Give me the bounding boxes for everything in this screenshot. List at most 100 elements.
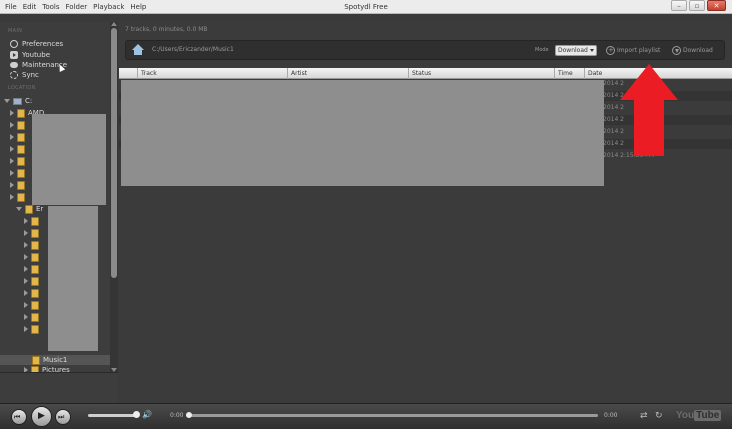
folder-icon xyxy=(25,204,33,214)
expand-toggle-icon[interactable] xyxy=(10,194,14,200)
tree-item-folder[interactable] xyxy=(24,276,39,286)
folder-icon xyxy=(17,192,25,202)
tree-item-folder[interactable] xyxy=(24,228,39,238)
column-header-blank[interactable] xyxy=(119,68,138,79)
maximize-button[interactable]: ▫ xyxy=(689,0,705,11)
tree-item-folder[interactable] xyxy=(10,168,25,178)
maximize-icon: ▫ xyxy=(694,2,700,10)
folder-icon xyxy=(17,144,25,154)
drive-icon xyxy=(13,97,22,105)
folder-icon xyxy=(17,120,25,130)
download-label: Download xyxy=(683,47,713,54)
redacted-area xyxy=(48,206,98,351)
tree-item-drive[interactable]: C: xyxy=(4,96,32,106)
minimize-button[interactable]: – xyxy=(671,0,687,11)
folder-icon xyxy=(31,228,39,238)
tree-item-folder[interactable] xyxy=(24,324,39,334)
folder-icon xyxy=(17,132,25,142)
total-time: 0:00 xyxy=(604,412,618,419)
expand-toggle-icon[interactable] xyxy=(24,290,28,296)
youtube-logo: You Tube xyxy=(676,410,722,421)
previous-button[interactable]: ⏮ xyxy=(11,409,27,425)
tree-item-folder[interactable] xyxy=(24,252,39,262)
next-icon: ⏭ xyxy=(58,413,65,421)
plus-circle-icon xyxy=(606,46,615,55)
column-header-status[interactable]: Status xyxy=(409,68,555,79)
expand-toggle-icon[interactable] xyxy=(4,99,10,103)
sidebar-item-label: Preferences xyxy=(22,40,64,48)
tree-item-folder[interactable] xyxy=(10,156,25,166)
download-button[interactable]: Download xyxy=(672,46,713,55)
expand-toggle-icon[interactable] xyxy=(10,170,14,176)
sidebar-footer xyxy=(0,372,118,403)
tree-item-label: Music1 xyxy=(43,356,68,364)
volume-knob[interactable] xyxy=(133,411,140,418)
repeat-icon[interactable]: ↻ xyxy=(655,411,663,421)
expand-toggle-icon[interactable] xyxy=(24,242,28,248)
scroll-up-icon[interactable] xyxy=(111,22,117,26)
tree-item-user-folder[interactable]: Er xyxy=(16,204,43,214)
tree-item-folder[interactable] xyxy=(24,288,39,298)
sidebar: MAIN Preferences Youtube Maintenance Syn… xyxy=(0,22,118,375)
scrollbar-thumb[interactable] xyxy=(111,28,117,278)
sidebar-item-preferences[interactable]: Preferences xyxy=(10,39,63,49)
expand-toggle-icon[interactable] xyxy=(16,207,22,211)
expand-toggle-icon[interactable] xyxy=(10,158,14,164)
mode-value: Download xyxy=(558,47,588,54)
close-icon: ✕ xyxy=(713,2,720,10)
home-icon[interactable] xyxy=(132,44,145,56)
expand-toggle-icon[interactable] xyxy=(10,146,14,152)
column-header-track[interactable]: Track xyxy=(138,68,288,79)
sidebar-item-label: Sync xyxy=(22,71,39,79)
column-header-time[interactable]: Time xyxy=(555,68,585,79)
expand-toggle-icon[interactable] xyxy=(24,314,28,320)
shuffle-icon[interactable]: ⇄ xyxy=(640,411,648,421)
expand-toggle-icon[interactable] xyxy=(10,122,14,128)
section-label-main: MAIN xyxy=(8,28,23,34)
tree-item-folder[interactable] xyxy=(24,312,39,322)
mode-label: Mode xyxy=(535,47,549,53)
sidebar-scrollbar[interactable] xyxy=(110,22,118,372)
tree-item-folder[interactable] xyxy=(10,120,25,130)
next-button[interactable]: ⏭ xyxy=(55,409,71,425)
tree-item-folder[interactable] xyxy=(10,180,25,190)
expand-toggle-icon[interactable] xyxy=(24,326,28,332)
tree-item-folder[interactable] xyxy=(24,300,39,310)
expand-toggle-icon[interactable] xyxy=(24,254,28,260)
mode-select[interactable]: Download xyxy=(555,45,597,56)
expand-toggle-icon[interactable] xyxy=(10,182,14,188)
expand-toggle-icon[interactable] xyxy=(24,302,28,308)
tree-item-folder[interactable] xyxy=(24,216,39,226)
seek-knob[interactable] xyxy=(186,412,192,418)
expand-toggle-icon[interactable] xyxy=(24,278,28,284)
tree-item-folder[interactable] xyxy=(24,240,39,250)
close-button[interactable]: ✕ xyxy=(707,0,726,11)
volume-slider[interactable] xyxy=(88,414,138,417)
maintenance-icon xyxy=(10,62,18,68)
speaker-icon[interactable]: 🔊 xyxy=(142,410,152,419)
current-time: 0:00 xyxy=(170,412,184,419)
expand-toggle-icon[interactable] xyxy=(24,230,28,236)
expand-toggle-icon[interactable] xyxy=(10,134,14,140)
folder-icon xyxy=(31,264,39,274)
folder-icon xyxy=(31,240,39,250)
tree-item-music1[interactable]: Music1 xyxy=(0,355,110,365)
current-path: C:/Users/Ericzander/Music1 xyxy=(152,46,234,53)
sync-icon xyxy=(10,71,18,79)
expand-toggle-icon[interactable] xyxy=(24,218,28,224)
import-playlist-button[interactable]: Import playlist xyxy=(606,46,660,55)
title-bar: File Edit Tools Folder Playback Help Spo… xyxy=(0,0,732,14)
sidebar-item-youtube[interactable]: Youtube xyxy=(10,50,50,60)
play-button[interactable]: ▶ xyxy=(31,406,52,427)
tree-item-folder[interactable] xyxy=(10,192,25,202)
sidebar-item-sync[interactable]: Sync xyxy=(10,70,39,80)
expand-toggle-icon[interactable] xyxy=(10,110,14,116)
library-stats: 7 tracks, 0 minutes, 0.0 MB xyxy=(125,26,208,33)
folder-icon xyxy=(17,156,25,166)
tree-item-folder[interactable] xyxy=(10,132,25,142)
tree-item-folder[interactable] xyxy=(24,264,39,274)
column-header-artist[interactable]: Artist xyxy=(288,68,409,79)
seek-bar[interactable] xyxy=(186,414,598,417)
tree-item-folder[interactable] xyxy=(10,144,25,154)
expand-toggle-icon[interactable] xyxy=(24,266,28,272)
